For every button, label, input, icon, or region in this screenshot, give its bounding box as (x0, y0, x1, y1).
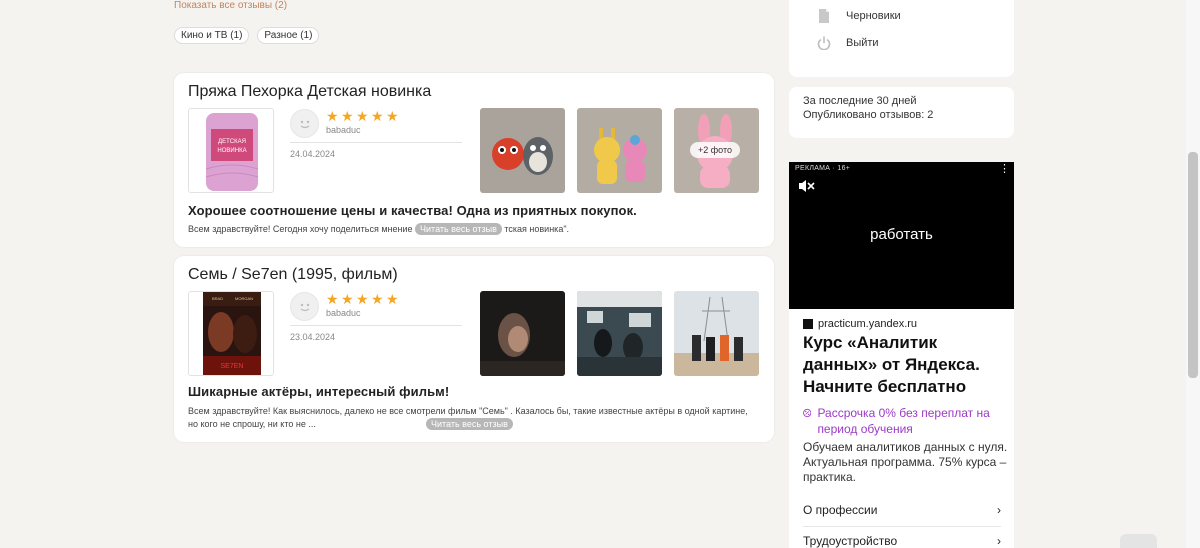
show-all-reviews-link[interactable]: Показать все отзывы (2) (174, 0, 287, 11)
ad-promo-text: Рассрочка 0% без переплат на период обуч… (817, 406, 990, 436)
practicum-logo-icon (803, 319, 813, 329)
review-photo[interactable] (480, 108, 565, 193)
review-date: 24.04.2024 (290, 149, 336, 159)
ad-domain[interactable]: practicum.yandex.ru (803, 318, 917, 330)
stats-card: За последние 30 дней Опубликовано отзыво… (789, 87, 1014, 138)
more-photos-badge[interactable]: +2 фото (690, 142, 741, 158)
review-card: Пряжа Пехорка Детская новинка ДЕТСКАЯ НО… (174, 73, 774, 247)
rating-stars: ★ ★ ★ ★ ★ (326, 109, 400, 123)
star-icon: ★ (386, 291, 399, 307)
review-headline[interactable]: Хорошее соотношение цены и качества! Одн… (188, 203, 637, 218)
more-options-icon[interactable]: ⋮ (999, 164, 1010, 175)
tag-movies-tv[interactable]: Кино и ТВ (1) (174, 27, 250, 44)
divider (290, 142, 462, 143)
ad-link-employment[interactable]: Трудоустройство › (803, 534, 1001, 548)
svg-text:MORGAN: MORGAN (235, 296, 253, 301)
snippet-text-end: тская новинка". (504, 224, 570, 234)
review-product-title[interactable]: Пряжа Пехорка Детская новинка (188, 83, 431, 101)
user-menu: Черновики Выйти (789, 0, 1014, 77)
ad-label: РЕКЛАМА · 16+ (795, 165, 851, 172)
menu-item-drafts[interactable]: Черновики (817, 9, 901, 23)
product-thumbnail[interactable]: BRAD MORGAN SE7EN (188, 291, 274, 376)
read-full-review-button[interactable]: Читать весь отзыв (426, 418, 513, 430)
product-thumbnail[interactable]: ДЕТСКАЯ НОВИНКА (188, 108, 274, 193)
mute-icon[interactable] (797, 178, 815, 194)
divider (803, 526, 1001, 527)
avatar[interactable] (290, 292, 319, 321)
star-icon: ★ (326, 291, 339, 307)
ad-video-caption: работать (870, 226, 933, 243)
menu-item-label: Черновики (846, 10, 901, 22)
star-icon: ★ (356, 108, 369, 124)
star-icon: ★ (371, 291, 384, 307)
divider (290, 325, 462, 326)
review-card: Семь / Se7en (1995, фильм) BRAD MORGAN S… (174, 256, 774, 442)
star-icon: ★ (326, 108, 339, 124)
star-icon: ★ (341, 108, 354, 124)
ad-link-label: Трудоустройство (803, 534, 898, 548)
review-date: 23.04.2024 (290, 332, 336, 342)
review-snippet: Всем здравствуйте! Сегодня хочу поделить… (188, 223, 758, 236)
review-photo[interactable] (480, 291, 565, 376)
svg-text:BRAD: BRAD (212, 296, 223, 301)
read-full-review-button[interactable]: Читать весь отзыв (415, 223, 502, 235)
ad-description: Обучаем аналитиков данных с нуля. Актуал… (803, 440, 1008, 484)
scroll-to-top-button[interactable] (1120, 534, 1157, 548)
power-icon (817, 36, 831, 50)
star-icon: ★ (356, 291, 369, 307)
svg-text:НОВИНКА: НОВИНКА (217, 148, 246, 154)
tag-misc[interactable]: Разное (1) (257, 27, 320, 44)
review-author[interactable]: babaduc (326, 308, 361, 318)
ad-link-label: О профессии (803, 503, 878, 517)
scrollbar-thumb[interactable] (1188, 152, 1198, 378)
review-photo[interactable] (577, 291, 662, 376)
percent-icon (803, 408, 812, 418)
star-icon: ★ (371, 108, 384, 124)
document-icon (819, 9, 829, 23)
rating-stars: ★ ★ ★ ★ ★ (326, 292, 400, 306)
stats-period: За последние 30 дней (803, 95, 917, 107)
review-photo[interactable] (577, 108, 662, 193)
star-icon: ★ (341, 291, 354, 307)
advertisement[interactable]: РЕКЛАМА · 16+ ⋮ работать practicum.yande… (789, 162, 1014, 548)
review-headline[interactable]: Шикарные актёры, интересный фильм! (188, 384, 449, 399)
review-product-title[interactable]: Семь / Se7en (1995, фильм) (188, 266, 398, 284)
ad-title[interactable]: Курс «Аналитик данных» от Яндекса. Начни… (803, 332, 1008, 398)
avatar[interactable] (290, 109, 319, 138)
chevron-right-icon: › (997, 503, 1001, 517)
ad-link-profession[interactable]: О профессии › (803, 503, 1001, 517)
ad-domain-text: practicum.yandex.ru (818, 318, 918, 330)
review-author[interactable]: babaduc (326, 125, 361, 135)
review-photo[interactable]: +2 фото (674, 108, 759, 193)
menu-item-logout[interactable]: Выйти (817, 36, 879, 50)
svg-text:SE7EN: SE7EN (221, 363, 244, 370)
ad-video[interactable]: РЕКЛАМА · 16+ ⋮ работать (789, 162, 1014, 309)
category-tags: Кино и ТВ (1) Разное (1) (174, 27, 320, 44)
star-icon: ★ (386, 108, 399, 124)
svg-text:ДЕТСКАЯ: ДЕТСКАЯ (218, 139, 246, 145)
menu-item-label: Выйти (846, 37, 879, 49)
ad-promo: Рассрочка 0% без переплат на период обуч… (803, 405, 1008, 437)
stats-published: Опубликовано отзывов: 2 (803, 109, 934, 121)
chevron-right-icon: › (997, 534, 1001, 548)
review-photo[interactable] (674, 291, 759, 376)
snippet-text: Всем здравствуйте! Сегодня хочу поделить… (188, 224, 413, 234)
